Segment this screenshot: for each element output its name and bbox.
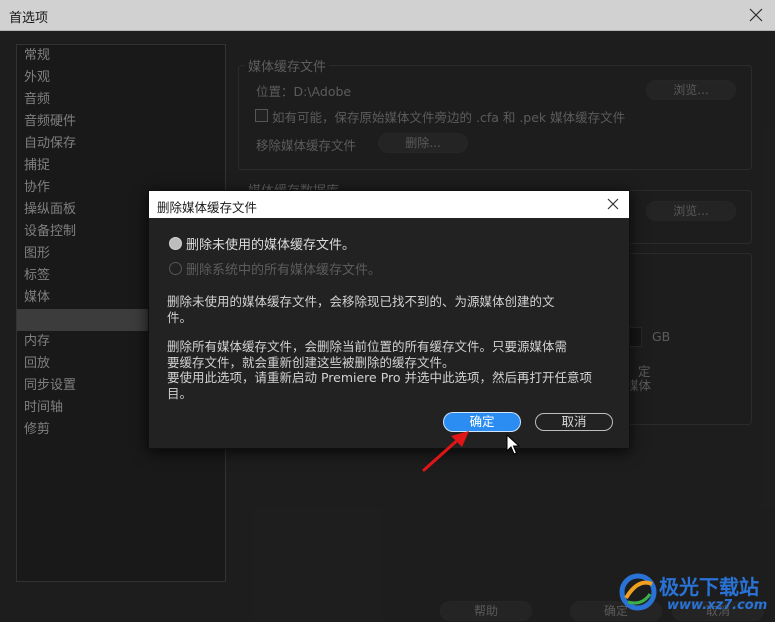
delete-all-cache-option[interactable]: 删除系统中的所有媒体缓存文件。: [169, 262, 381, 280]
watermark-url: www.xz7.com: [667, 598, 768, 613]
radio-unselected-icon: [169, 262, 182, 275]
dialog-close-icon[interactable]: [604, 195, 622, 213]
delete-all-cache-label: 删除系统中的所有媒体缓存文件。: [186, 263, 382, 278]
watermark-logo-icon: [619, 573, 657, 611]
dialog-titlebar: 删除媒体缓存文件: [149, 191, 629, 218]
delete-unused-cache-label: 删除未使用的媒体缓存文件。: [186, 238, 356, 253]
delete-unused-cache-option[interactable]: 删除未使用的媒体缓存文件。: [169, 237, 355, 255]
watermark-text: 极光下载站: [659, 575, 759, 599]
all-cache-description: 删除所有媒体缓存文件，会删除当前位置的所有缓存文件。只要源媒体需 要缓存文件，就…: [167, 339, 593, 401]
annotation-arrow-icon: [422, 431, 469, 472]
mouse-cursor-icon: [506, 434, 520, 455]
dialog-title: 删除媒体缓存文件: [157, 200, 258, 215]
unused-cache-description: 删除未使用的媒体缓存文件，会移除现已找不到的、为源媒体创建的文 件。: [167, 294, 555, 325]
watermark: 极光下载站 www.xz7.com: [612, 568, 772, 620]
delete-media-cache-dialog: 删除媒体缓存文件 删除未使用的媒体缓存文件。 删除系统中的所有媒体缓存文件。 删…: [148, 190, 630, 449]
dialog-cancel-button[interactable]: 取消: [535, 413, 613, 431]
radio-selected-icon: [169, 237, 182, 250]
